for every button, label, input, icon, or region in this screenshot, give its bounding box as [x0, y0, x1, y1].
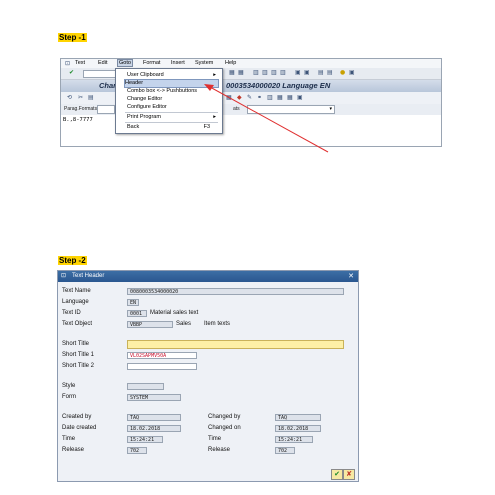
- date-created-field: 18.02.2018: [127, 425, 181, 432]
- cross-icon: ✘: [346, 470, 352, 478]
- text-name-label: Text Name: [62, 288, 91, 294]
- text-object-desc-sales: Sales: [176, 321, 192, 327]
- short-title-1-label: Short Title 1: [62, 352, 95, 358]
- changed-by-field: TAQ: [275, 414, 321, 421]
- text-id-field: 0001: [127, 310, 147, 317]
- text-header-dialog: ⊡ Text Header ✕ Text Name 00800035340000…: [57, 270, 359, 482]
- created-by-label: Created by: [62, 414, 92, 420]
- dialog-title: Text Header: [72, 273, 105, 279]
- dialog-title-bar: ⊡ Text Header ✕: [58, 271, 358, 282]
- arrow-line: [209, 86, 329, 153]
- short-title-label: Short Title: [62, 341, 90, 347]
- text-id-label: Text ID: [62, 310, 81, 316]
- form-label: Form: [62, 394, 76, 400]
- changed-on-field: 18.02.2018: [275, 425, 321, 432]
- short-title-input[interactable]: [127, 340, 344, 349]
- release-created-field: 702: [127, 447, 147, 454]
- time-created-field: 15:24:21: [127, 436, 163, 443]
- created-by-field: TAQ: [127, 414, 181, 421]
- short-title-2-label: Short Title 2: [62, 363, 95, 369]
- short-title-2-input[interactable]: [127, 363, 197, 370]
- arrow-head-icon: [204, 84, 214, 91]
- text-object-desc-item: Item texts: [204, 321, 231, 327]
- changed-on-label: Changed on: [208, 425, 241, 431]
- check-icon: ✔: [334, 470, 340, 478]
- cancel-button[interactable]: ✘: [343, 469, 355, 480]
- time-changed-label: Time: [208, 436, 222, 442]
- text-id-description: Material sales text: [150, 310, 199, 316]
- changed-by-label: Changed by: [208, 414, 241, 420]
- step2-label: Step -2: [58, 256, 87, 265]
- time-changed-field: 15:24:21: [275, 436, 313, 443]
- short-title-1-input[interactable]: VL02SAPMV50A: [127, 352, 197, 359]
- close-icon[interactable]: ✕: [348, 272, 354, 280]
- language-field: EN: [127, 299, 139, 306]
- style-field: [127, 383, 164, 390]
- window-icon: ⊡: [61, 273, 67, 279]
- text-object-field: VBBP: [127, 321, 173, 328]
- release-changed-label: Release: [208, 447, 231, 453]
- release-changed-field: 702: [275, 447, 295, 454]
- confirm-button[interactable]: ✔: [331, 469, 343, 480]
- date-created-label: Date created: [62, 425, 97, 431]
- text-object-label: Text Object: [62, 321, 93, 327]
- time-created-label: Time: [62, 436, 76, 442]
- text-name-field: 0080003534000020: [127, 288, 344, 295]
- release-created-label: Release: [62, 447, 85, 453]
- language-label: Language: [62, 299, 89, 305]
- style-label: Style: [62, 383, 76, 389]
- form-field: SYSTEM: [127, 394, 181, 401]
